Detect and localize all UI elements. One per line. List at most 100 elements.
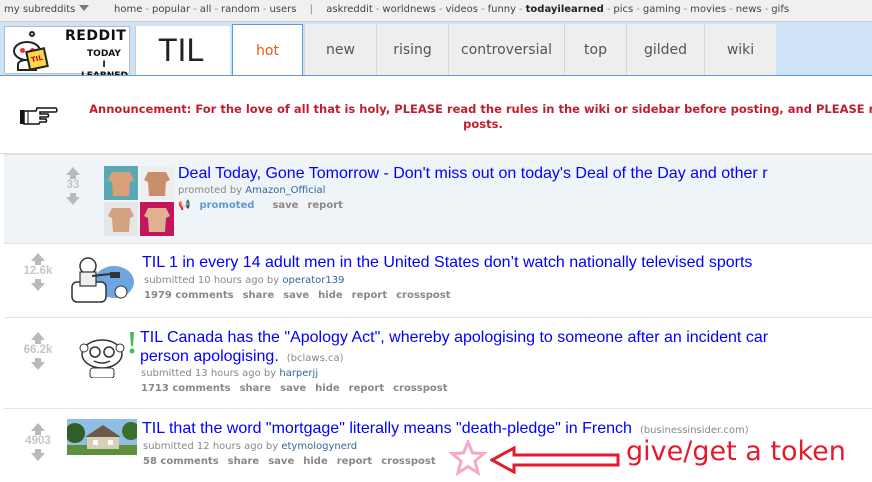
logo-sign: TIL xyxy=(25,47,49,71)
megaphone-icon: 📢 xyxy=(178,200,191,211)
post-domain[interactable]: (bclaws.ca) xyxy=(287,353,344,364)
sr-link-news[interactable]: news xyxy=(736,4,762,15)
til-logo[interactable]: TIL REDDIT TODAYI LEARNED xyxy=(4,26,130,81)
post-author[interactable]: operator139 xyxy=(282,275,344,286)
sr-link-askreddit[interactable]: askreddit xyxy=(326,4,373,15)
red-arrow-icon xyxy=(490,446,620,474)
page-name[interactable]: TIL xyxy=(135,26,230,76)
post-domain[interactable]: (businessinsider.com) xyxy=(640,425,749,436)
chevron-down-icon xyxy=(79,5,90,11)
post-title[interactable]: TIL 1 in every 14 adult men in the Unite… xyxy=(142,254,752,272)
downvote-arrow-icon[interactable] xyxy=(31,449,45,461)
post-thumbnail[interactable] xyxy=(76,328,138,378)
downvote-arrow-icon[interactable] xyxy=(66,193,80,205)
sr-link-random[interactable]: random xyxy=(221,4,260,15)
post-thumbnail[interactable] xyxy=(67,419,137,455)
save-button[interactable]: save xyxy=(268,456,294,467)
post-score: 33 xyxy=(66,179,80,191)
tab-rising[interactable]: rising xyxy=(376,24,448,76)
post-title-continued[interactable]: person apologising. (bclaws.ca) xyxy=(140,348,344,366)
post-buttons: 1713 comments share save hide report crosspos… xyxy=(141,383,457,394)
sr-link-pics[interactable]: pics xyxy=(613,4,633,15)
save-button[interactable]: save xyxy=(280,383,306,394)
subreddit-links: home - popular - all - random - users | askreddi… xyxy=(114,4,790,15)
pointing-hand-icon xyxy=(20,107,58,125)
post-score: 4903 xyxy=(25,435,51,447)
comments-button[interactable]: 1979 comments xyxy=(144,290,234,301)
downvote-arrow-icon[interactable] xyxy=(31,279,45,291)
sr-link-gifs[interactable]: gifs xyxy=(771,4,789,15)
sr-link-gaming[interactable]: gaming xyxy=(643,4,681,15)
tab-new[interactable]: new xyxy=(304,24,376,76)
report-button[interactable]: report xyxy=(352,290,387,301)
post: 12.6k TIL 1 in every 14 adult men in the… xyxy=(4,243,872,317)
save-button[interactable]: save xyxy=(283,290,309,301)
upvote-arrow-icon[interactable] xyxy=(31,423,45,435)
post-thumbnail[interactable] xyxy=(66,252,136,308)
sr-link-home[interactable]: home xyxy=(114,4,142,15)
post-tagline: submitted 10 hours ago by operator139 xyxy=(144,275,345,286)
sr-link-worldnews[interactable]: worldnews xyxy=(382,4,435,15)
post-tagline: submitted 12 hours ago by etymologynerd xyxy=(143,441,358,452)
post-title[interactable]: Deal Today, Gone Tomorrow - Don't miss o… xyxy=(178,165,768,183)
promoted-post: 33 Deal Today, Gone Tomorrow - Don't mis… xyxy=(4,154,872,243)
vote-column: 12.6k xyxy=(18,253,58,291)
tab-hot[interactable]: hot xyxy=(232,24,303,77)
post: 66.2k TIL Canada has the "Apology Act", … xyxy=(4,317,872,408)
report-button[interactable]: report xyxy=(307,200,342,211)
tab-controversial[interactable]: controversial xyxy=(448,24,564,76)
post-author[interactable]: etymologynerd xyxy=(281,441,357,452)
sr-link-all[interactable]: all xyxy=(200,4,212,15)
post-author[interactable]: harperjj xyxy=(279,368,318,379)
my-subreddits-dropdown[interactable]: my subreddits xyxy=(4,4,90,15)
vote-column: 4903 xyxy=(18,423,58,461)
logo-title: REDDIT xyxy=(65,28,127,44)
report-button[interactable]: report xyxy=(349,383,384,394)
vote-column: 33 xyxy=(60,167,86,205)
subreddit-bar: my subreddits home - popular - all - random - us… xyxy=(0,0,872,22)
sr-link-users[interactable]: users xyxy=(269,4,296,15)
promoted-label[interactable]: 📢 promoted xyxy=(178,200,263,211)
tab-top[interactable]: top xyxy=(564,24,626,76)
post-title[interactable]: TIL Canada has the "Apology Act", whereb… xyxy=(140,329,768,347)
share-button[interactable]: share xyxy=(243,290,275,301)
annotation-text: give/get a token xyxy=(626,436,846,467)
sr-link-videos[interactable]: videos xyxy=(445,4,478,15)
downvote-arrow-icon[interactable] xyxy=(31,358,45,370)
announcement-text[interactable]: Announcement: For the love of all that i… xyxy=(78,102,872,132)
post-buttons: 58 comments share save hide report crosspost xyxy=(143,456,445,467)
sr-separator: | xyxy=(309,4,314,15)
sr-link-movies[interactable]: movies xyxy=(690,4,726,15)
tab-wiki[interactable]: wiki xyxy=(704,24,776,76)
crosspost-button[interactable]: crosspost xyxy=(396,290,450,301)
upvote-arrow-icon[interactable] xyxy=(31,332,45,344)
post-author[interactable]: Amazon_Official xyxy=(245,185,325,196)
comments-button[interactable]: 1713 comments xyxy=(141,383,231,394)
post-score: 66.2k xyxy=(23,344,53,356)
award-star-icon[interactable] xyxy=(448,440,488,476)
upvote-arrow-icon[interactable] xyxy=(66,167,80,179)
tab-gilded[interactable]: gilded xyxy=(626,24,704,76)
upvote-arrow-icon[interactable] xyxy=(31,253,45,265)
vote-column: 66.2k xyxy=(18,332,58,370)
announcement-banner: Announcement: For the love of all that i… xyxy=(0,76,872,154)
sr-link-todayilearned[interactable]: todayilearned xyxy=(526,4,604,15)
sr-link-popular[interactable]: popular xyxy=(152,4,190,15)
my-subreddits-label: my subreddits xyxy=(4,4,76,15)
crosspost-button[interactable]: crosspost xyxy=(381,456,435,467)
report-button[interactable]: report xyxy=(337,456,372,467)
post-tagline: promoted by Amazon_Official xyxy=(178,185,326,196)
hide-button[interactable]: hide xyxy=(315,383,340,394)
post-score: 12.6k xyxy=(23,265,53,277)
sr-link-funny[interactable]: funny xyxy=(488,4,516,15)
save-button[interactable]: save xyxy=(272,200,298,211)
reddit-alien-icon: TIL xyxy=(9,31,49,71)
post-buttons: 1979 comments share save hide report crosspos… xyxy=(144,290,460,301)
share-button[interactable]: share xyxy=(228,456,260,467)
crosspost-button[interactable]: crosspost xyxy=(393,383,447,394)
hide-button[interactable]: hide xyxy=(303,456,328,467)
comments-button[interactable]: 58 comments xyxy=(143,456,219,467)
share-button[interactable]: share xyxy=(240,383,272,394)
hide-button[interactable]: hide xyxy=(318,290,343,301)
post-thumbnail[interactable] xyxy=(104,166,174,236)
